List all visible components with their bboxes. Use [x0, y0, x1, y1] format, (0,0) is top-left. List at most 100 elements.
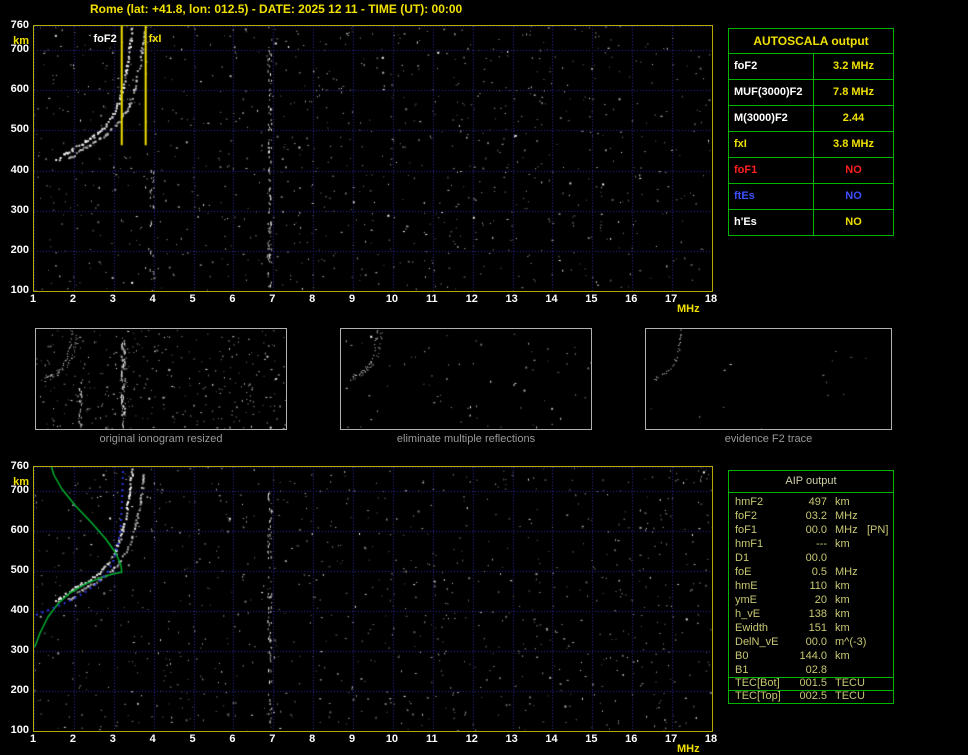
param-label: hmF2: [735, 496, 764, 508]
table-row: h_vE 138 km: [729, 607, 893, 621]
axis-tick-label: 7: [269, 733, 276, 745]
x-axis-unit-label: MHz: [677, 743, 700, 755]
param-unit: km: [835, 650, 850, 662]
axis-tick-label: 16: [625, 733, 638, 745]
param-value: NO: [845, 164, 862, 176]
param-unit: MHz: [835, 524, 858, 536]
thumbnail-filtered: [340, 328, 592, 430]
param-value: 2.44: [842, 112, 865, 124]
autoscala-window: Rome (lat: +41.8, lon: 012.5) - DATE: 20…: [0, 0, 968, 755]
param-value: 001.5: [799, 677, 827, 689]
axis-tick-label: 15: [585, 733, 598, 745]
axis-tick-label: 7: [269, 293, 276, 305]
param-unit: km: [835, 608, 850, 620]
param-value: NO: [845, 216, 862, 228]
table-row: foF2 03.2 MHz: [729, 509, 893, 523]
table-row: M(3000)F2 2.44: [729, 106, 893, 132]
axis-tick-label: 15: [585, 293, 598, 305]
thumbnail-original-canvas: [36, 329, 286, 429]
axis-tick-label: 4: [149, 293, 156, 305]
param-value: ---: [816, 538, 827, 550]
axis-tick-label: 3: [109, 293, 116, 305]
aip-table: AIP output hmF2 497 km foF2 03.2 MHz foF1 00.0 M…: [728, 470, 894, 704]
thumbnail-caption-filtered: eliminate multiple reflections: [396, 433, 536, 445]
table-row: Ewidth 151 km: [729, 621, 893, 635]
param-flag: [861, 607, 893, 621]
table-row: TEC[Top] 002.5 TECU: [729, 690, 893, 703]
param-value: 3.2 MHz: [833, 60, 874, 72]
param-label: TEC[Top]: [735, 690, 781, 702]
param-label: TEC[Bot]: [735, 677, 780, 689]
param-label: h_vE: [735, 608, 761, 620]
axis-tick-label: 12: [465, 293, 478, 305]
table-row: hmF2 497 km: [729, 495, 893, 509]
axis-tick-label: 18: [704, 733, 718, 745]
table-row: TEC[Bot] 001.5 TECU: [729, 677, 893, 690]
axis-tick-label: 400: [10, 604, 29, 616]
param-value: 00.0: [805, 636, 827, 648]
param-unit: TECU: [835, 677, 865, 689]
axis-tick-label: 1: [29, 733, 37, 745]
axis-tick-label: 2: [69, 733, 76, 745]
table-row: ftEs NO: [729, 184, 893, 210]
axis-tick-label: 5: [189, 733, 196, 745]
param-label: Ewidth: [735, 622, 769, 634]
y-axis-unit-label: km: [13, 476, 29, 488]
axis-tick-label: 200: [10, 243, 29, 256]
axis-tick-label: 18: [704, 293, 718, 305]
table-row: h'Es NO: [729, 210, 893, 235]
param-label: B1: [735, 664, 749, 676]
thumbnail-caption-f2trace: evidence F2 trace: [724, 433, 813, 445]
axis-tick-label: 11: [425, 293, 438, 305]
param-flag: [861, 649, 893, 663]
param-flag: [861, 509, 893, 523]
param-unit: [827, 551, 861, 565]
table-row: hmE 110 km: [729, 579, 893, 593]
axis-tick-label: 4: [149, 733, 156, 745]
param-value: 03.2: [805, 510, 827, 522]
param-value: 497: [808, 496, 827, 508]
axis-tick-label: 5: [189, 293, 196, 305]
scaled-frequency-label-fxI: fxI: [148, 33, 162, 45]
table-row: B0 144.0 km: [729, 649, 893, 663]
param-label: D1: [735, 552, 750, 564]
param-value: 110: [809, 580, 827, 592]
param-label: foF1: [735, 524, 758, 536]
param-value: 00.0: [805, 552, 827, 564]
axis-tick-label: 10: [385, 293, 399, 305]
param-label: foF2: [735, 510, 758, 522]
axis-tick-label: 12: [465, 733, 478, 745]
autoscala-table: AUTOSCALA output foF2 3.2 MHz MUF(3000)F2 7…: [728, 28, 894, 236]
axis-tick-label: 13: [505, 733, 518, 745]
table-row: foE 0.5 MHz: [729, 565, 893, 579]
param-label: ftEs: [729, 184, 814, 209]
param-label: B0: [735, 650, 749, 662]
param-label: hmE: [735, 580, 758, 592]
axis-tick-label: 760: [10, 460, 29, 472]
param-value: 002.5: [799, 690, 827, 702]
thumbnail-filtered-canvas: [341, 329, 591, 429]
axis-tick-label: 9: [348, 293, 356, 305]
param-value: 138: [808, 608, 827, 620]
param-label: foF1: [729, 158, 814, 183]
scaled-frequency-label-foF2: foF2: [93, 33, 117, 45]
param-unit: km: [835, 580, 850, 592]
param-flag: [861, 593, 893, 607]
param-label: M(3000)F2: [729, 106, 814, 131]
param-unit: TECU: [835, 690, 865, 702]
param-value: 0.5: [811, 566, 827, 578]
param-flag: [861, 565, 893, 579]
param-unit: km: [835, 594, 850, 606]
param-flag: [861, 621, 893, 635]
param-flag: [861, 537, 893, 551]
axis-tick-label: 10: [385, 733, 399, 745]
param-value: 3.8 MHz: [833, 138, 874, 150]
param-label: ymE: [735, 594, 757, 606]
axis-tick-label: 8: [309, 733, 316, 745]
thumbnail-f2trace: [645, 328, 892, 430]
param-unit: [827, 663, 861, 677]
param-value: NO: [845, 190, 862, 202]
table-row: hmF1 --- km: [729, 537, 893, 551]
autoscala-table-title: AUTOSCALA output: [729, 29, 893, 54]
thumbnail-original: [35, 328, 287, 430]
